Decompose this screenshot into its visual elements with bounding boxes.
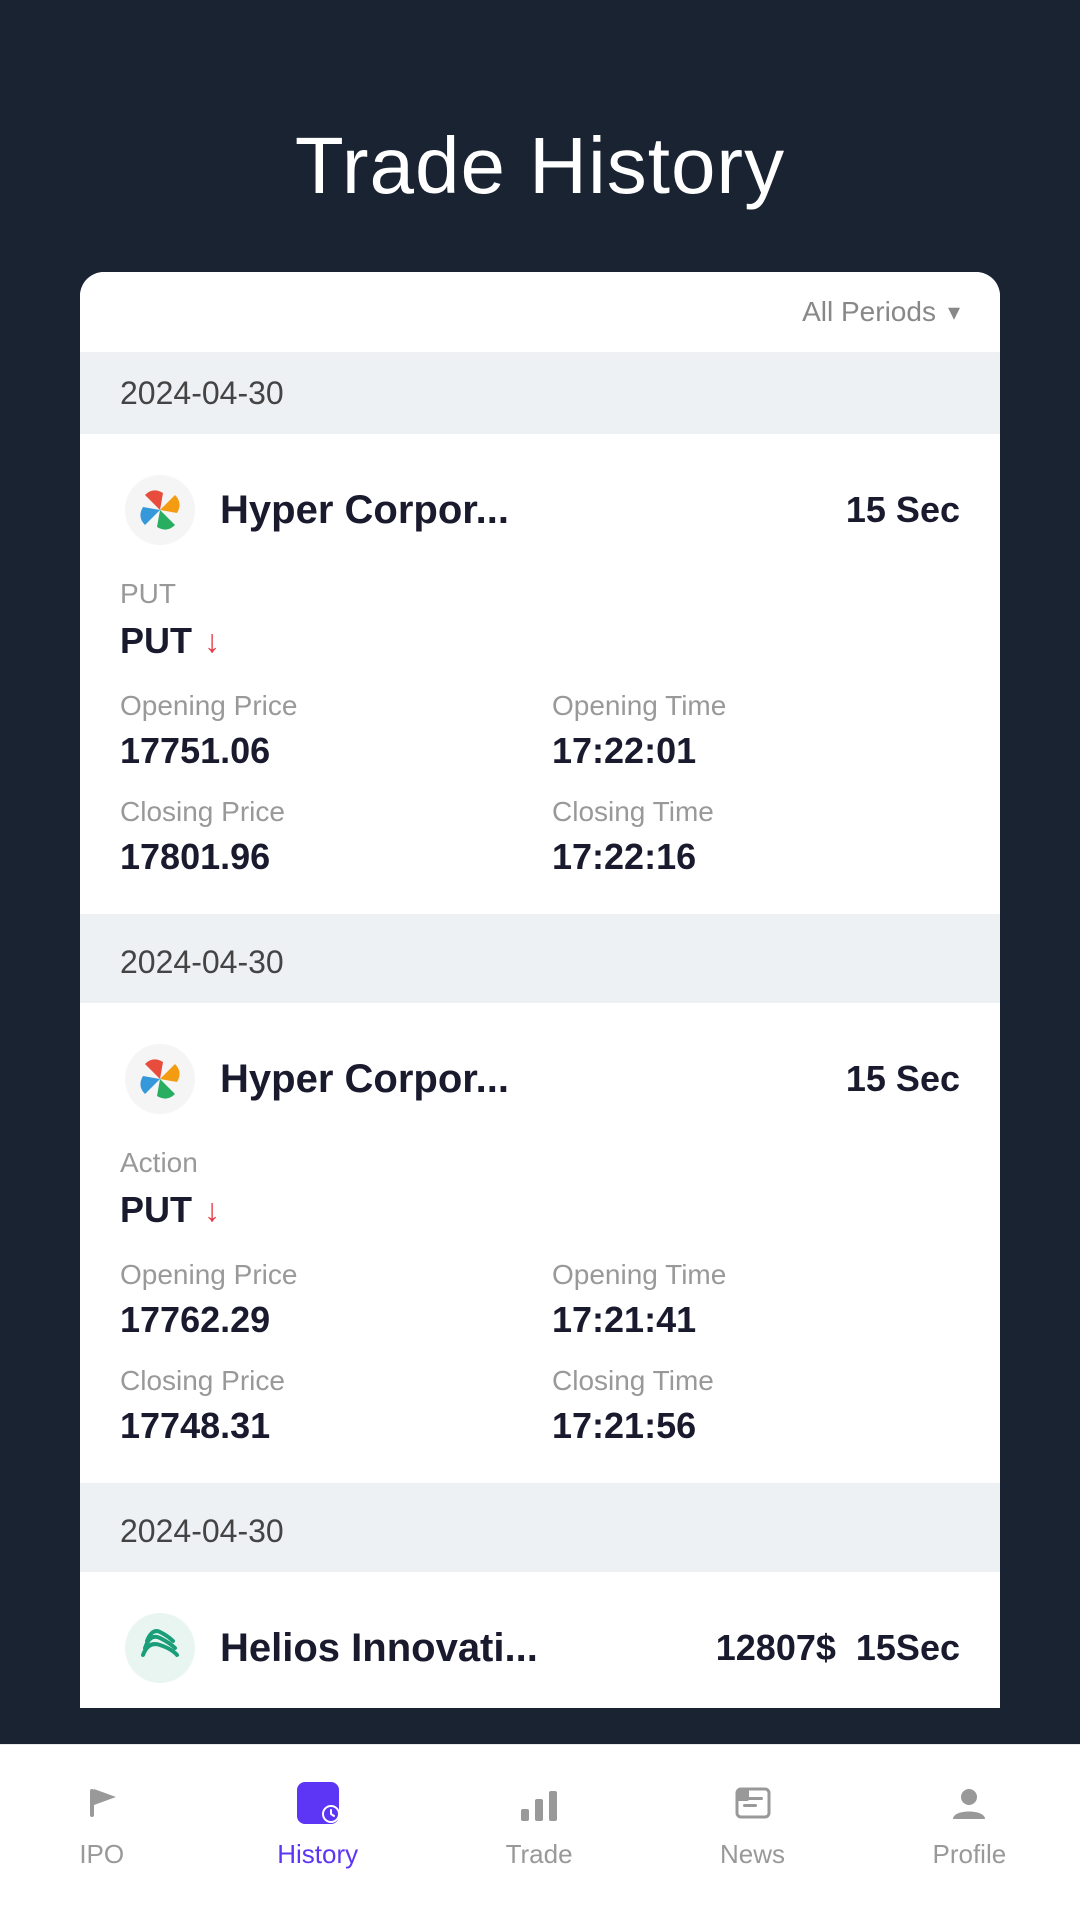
closing-time-label-1: Closing Time [552,796,960,828]
action-label-1: PUT [120,578,960,610]
opening-time-section-2: Opening Time 17:21:41 [552,1259,960,1341]
profile-icon [941,1775,997,1831]
date-section-3: 2024-04-30 [80,1491,1000,1572]
content-container: All Periods ▾ 2024-04-30 Hyper Corpor. [80,272,1000,1708]
opening-price-label-1: Opening Price [120,690,528,722]
nav-label-profile: Profile [933,1839,1007,1870]
duration-2: 15 Sec [846,1058,960,1100]
company-name-1: Hyper Corpor... [220,488,509,533]
nav-item-history[interactable]: History [257,1765,378,1880]
opening-price-value-1: 17751.06 [120,730,528,772]
card-header-3: Helios Innovati... 12807$ 15Sec [120,1608,960,1688]
nav-item-news[interactable]: News [700,1765,805,1880]
down-arrow-icon-2: ↓ [204,1192,220,1229]
nav-label-trade: Trade [506,1839,573,1870]
trade-card-2: Hyper Corpor... 15 Sec Action PUT ↓ Open… [80,1003,1000,1491]
closing-time-section-2: Closing Time 17:21:56 [552,1365,960,1447]
nav-item-ipo[interactable]: IPO [54,1765,150,1880]
filter-bar[interactable]: All Periods ▾ [80,272,1000,353]
company-name-3: Helios Innovati... [220,1626,538,1671]
trade-card-3-partial: Helios Innovati... 12807$ 15Sec [80,1572,1000,1688]
page-title: Trade History [0,0,1080,272]
closing-time-value-2: 17:21:56 [552,1405,960,1447]
opening-time-value-1: 17:22:01 [552,730,960,772]
opening-time-label-2: Opening Time [552,1259,960,1291]
trade-icon [511,1775,567,1831]
closing-price-value-1: 17801.96 [120,836,528,878]
opening-price-value-2: 17762.29 [120,1299,528,1341]
chevron-down-icon: ▾ [948,298,960,327]
down-arrow-icon-1: ↓ [204,623,220,660]
news-icon [725,1775,781,1831]
card-header-2: Hyper Corpor... 15 Sec [120,1039,960,1119]
nav-label-news: News [720,1839,785,1870]
opening-time-value-2: 17:21:41 [552,1299,960,1341]
closing-time-section-1: Closing Time 17:22:16 [552,796,960,878]
closing-time-label-2: Closing Time [552,1365,960,1397]
opening-time-section-1: Opening Time 17:22:01 [552,690,960,772]
duration-1: 15 Sec [846,489,960,531]
history-icon [290,1775,346,1831]
company-logo-2 [120,1039,200,1119]
opening-time-label-1: Opening Time [552,690,960,722]
opening-price-label-2: Opening Price [120,1259,528,1291]
price-grid-2: Opening Price 17762.29 Opening Time 17:2… [120,1259,960,1447]
company-name-2: Hyper Corpor... [220,1057,509,1102]
date-section-1: 2024-04-30 [80,353,1000,434]
flag-icon [74,1775,130,1831]
opening-price-section-1: Opening Price 17751.06 [120,690,528,772]
date-label-1: 2024-04-30 [120,375,284,411]
nav-item-profile[interactable]: Profile [913,1765,1027,1880]
action-value-2: PUT ↓ [120,1189,960,1231]
date-label-2: 2024-04-30 [120,944,284,980]
opening-price-section-2: Opening Price 17762.29 [120,1259,528,1341]
action-label-2: Action [120,1147,960,1179]
nav-item-trade[interactable]: Trade [486,1765,593,1880]
closing-price-value-2: 17748.31 [120,1405,528,1447]
date-label-3: 2024-04-30 [120,1513,284,1549]
company-logo-3 [120,1608,200,1688]
closing-price-section-1: Closing Price 17801.96 [120,796,528,878]
card-header-1: Hyper Corpor... 15 Sec [120,470,960,550]
nav-label-history: History [277,1839,358,1870]
closing-time-value-1: 17:22:16 [552,836,960,878]
price-badge-3: 12807$ [716,1627,836,1669]
company-logo-1 [120,470,200,550]
date-section-2: 2024-04-30 [80,922,1000,1003]
price-grid-1: Opening Price 17751.06 Opening Time 17:2… [120,690,960,878]
duration-3: 15Sec [856,1627,960,1669]
filter-label: All Periods [802,296,936,328]
closing-price-label-1: Closing Price [120,796,528,828]
closing-price-label-2: Closing Price [120,1365,528,1397]
closing-price-section-2: Closing Price 17748.31 [120,1365,528,1447]
bottom-nav: IPO History Trade [0,1744,1080,1920]
action-value-1: PUT ↓ [120,620,960,662]
nav-label-ipo: IPO [79,1839,124,1870]
trade-card-1: Hyper Corpor... 15 Sec PUT PUT ↓ Opening… [80,434,1000,922]
